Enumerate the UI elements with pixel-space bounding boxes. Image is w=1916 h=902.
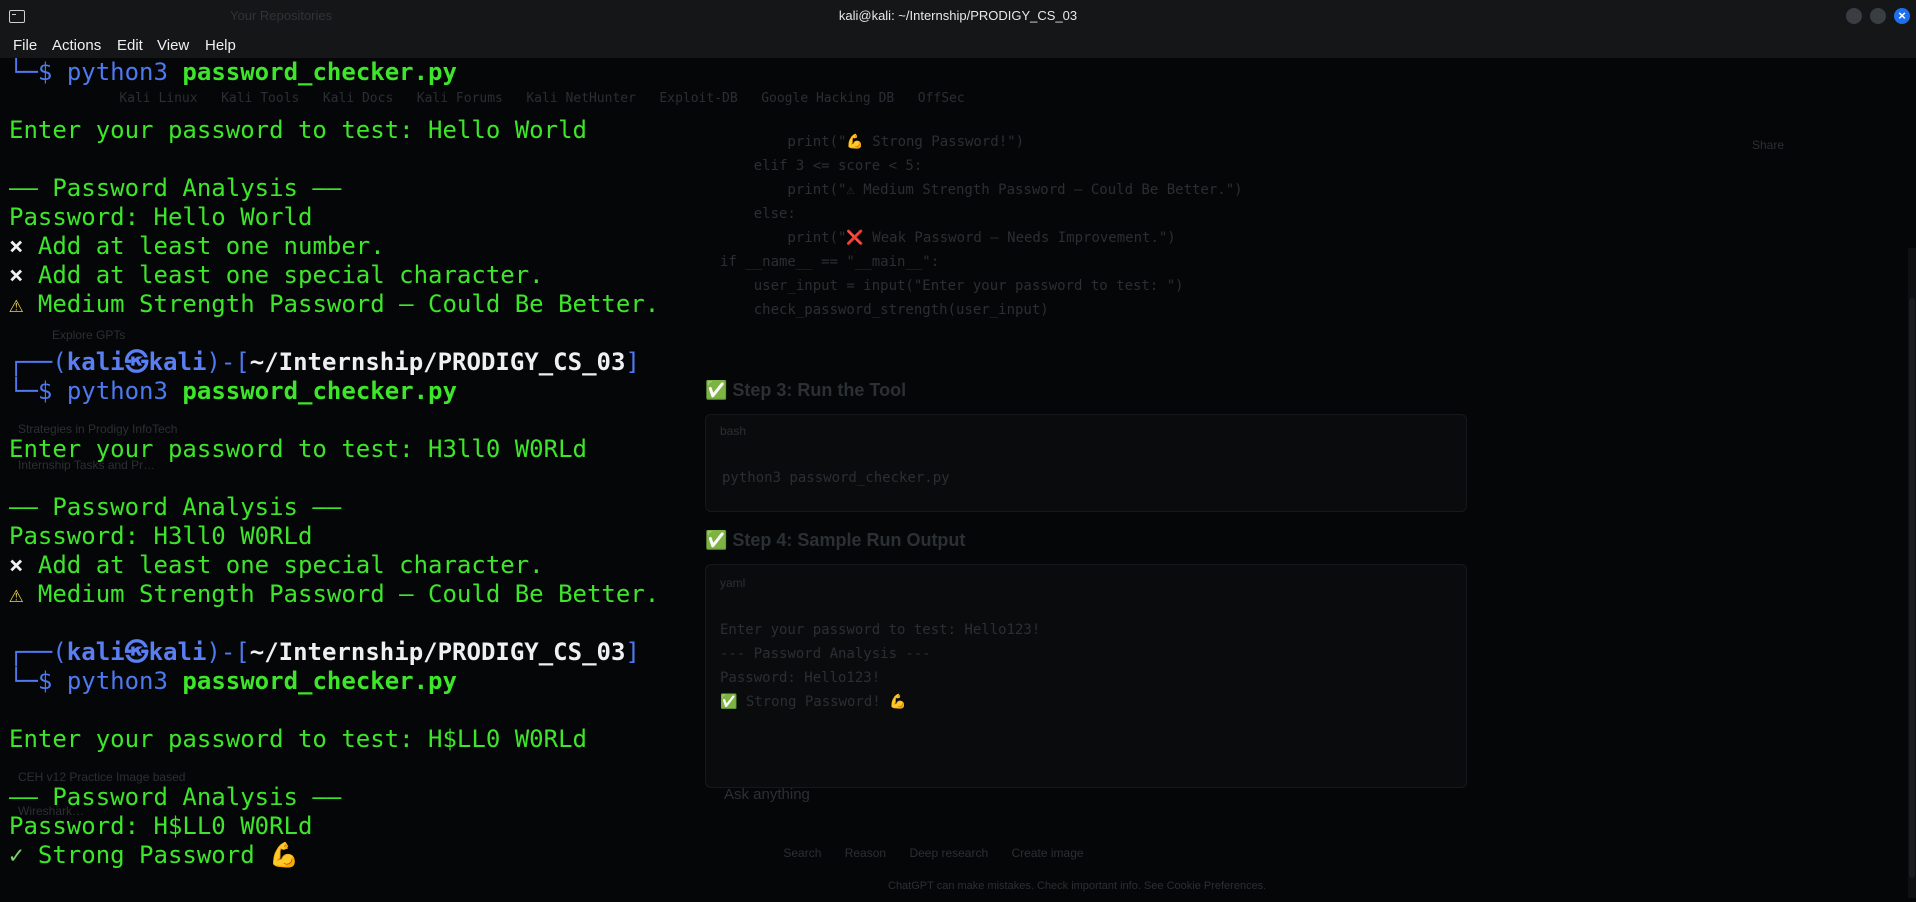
- warning-icon: ⚠: [9, 580, 24, 608]
- prompt-user: kali㉿kali: [66, 348, 207, 376]
- analysis-header: —— Password Analysis ——: [9, 174, 342, 202]
- input-prompt-line: Enter your password to test: Hello World: [9, 116, 587, 144]
- command-name: python3: [66, 667, 168, 695]
- prompt-path: ~/Internship/PRODIGY_CS_03: [249, 348, 626, 376]
- ghost-footer: ChatGPT can make mistakes. Check importa…: [888, 880, 1267, 892]
- ghost-step3-heading: ✅ Step 3: Run the Tool: [705, 380, 907, 400]
- input-prompt-line: Enter your password to test: H$LL0 W0RLd: [9, 725, 587, 753]
- menu-actions[interactable]: Actions: [52, 34, 101, 58]
- ghost-step4-lang: yaml: [720, 576, 746, 590]
- check-icon: ✓: [9, 841, 24, 869]
- cross-icon: ×: [9, 261, 24, 289]
- cross-icon: ×: [9, 232, 24, 260]
- minimize-button[interactable]: [1846, 8, 1862, 24]
- command-name: [52, 58, 66, 86]
- command-arg: password_checker.py: [182, 377, 457, 405]
- ghost-output-block: Enter your password to test: Hello123! --…: [720, 622, 1041, 710]
- message-line: × Add at least one number.: [9, 232, 385, 260]
- prompt-path: ~/Internship/PRODIGY_CS_03: [249, 638, 626, 666]
- ghost-sidebar-item: Explore GPTs: [52, 328, 126, 342]
- menu-edit[interactable]: Edit: [117, 34, 143, 58]
- ghost-step3-lang: bash: [720, 424, 747, 438]
- password-line: Password: H3ll0 W0RLd: [9, 522, 313, 550]
- terminal-scrollbar-thumb[interactable]: [1909, 298, 1915, 878]
- command-arg: password_checker.py: [182, 58, 457, 86]
- prompt-user: kali㉿kali: [66, 638, 207, 666]
- ghost-ask-input: Ask anything: [724, 786, 810, 803]
- input-prompt-line: Enter your password to test: H3ll0 W0RLd: [9, 435, 587, 463]
- menu-file[interactable]: File: [13, 34, 37, 58]
- message-line: × Add at least one special character.: [9, 551, 544, 579]
- ghost-step3-cmd: python3 password_checker.py: [722, 470, 950, 486]
- message-line: ✓ Strong Password 💪: [9, 841, 299, 869]
- shell-prompt: ┌──(kali㉿kali)-[~/Internship/PRODIGY_CS_…: [9, 638, 640, 666]
- ghost-tools: Search Reason Deep research Create image: [783, 846, 1084, 860]
- command-name: python3: [66, 377, 168, 405]
- window-title: kali@kali: ~/Internship/PRODIGY_CS_03: [838, 8, 1078, 23]
- command-name: python3: [66, 58, 168, 86]
- message-line: ⚠ Medium Strength Password – Could Be Be…: [9, 580, 660, 608]
- ghost-step3-box: [705, 414, 1467, 512]
- command-arg: password_checker.py: [182, 667, 457, 695]
- analysis-header: —— Password Analysis ——: [9, 783, 342, 811]
- menu-bar: File Actions Edit View Help: [0, 34, 1916, 58]
- message-line: × Add at least one special character.: [9, 261, 544, 289]
- terminal-command-line: └─$ python3 password_checker.py: [9, 58, 457, 86]
- ghost-code-block: print("💪 Strong Password!") elif 3 <= sc…: [720, 134, 1243, 318]
- ghost-share: Share: [1752, 138, 1785, 152]
- menu-help[interactable]: Help: [205, 34, 236, 58]
- window-titlebar[interactable]: Your Repositories kali@kali: ~/Internshi…: [0, 0, 1916, 34]
- ghost-sidebar-item: Strategies in Prodigy InfoTech: [18, 422, 178, 436]
- shell-prompt: ┌──(kali㉿kali)-[~/Internship/PRODIGY_CS_…: [9, 348, 640, 376]
- menu-view[interactable]: View: [157, 34, 189, 58]
- ghost-sidebar-item: CEH v12 Practice Image based: [18, 770, 186, 784]
- maximize-button[interactable]: [1870, 8, 1886, 24]
- terminal-command-line: └─$ python3 password_checker.py: [9, 377, 457, 405]
- terminal-output[interactable]: Kali Linux Kali Tools Kali Docs Kali For…: [0, 58, 1916, 902]
- terminal-command-line: └─$ python3 password_checker.py: [9, 667, 457, 695]
- password-line: Password: H$LL0 W0RLd: [9, 812, 313, 840]
- password-line: Password: Hello World: [9, 203, 313, 231]
- cross-icon: ×: [9, 551, 24, 579]
- analysis-header: —— Password Analysis ——: [9, 493, 342, 521]
- warning-icon: ⚠: [9, 290, 24, 318]
- close-button[interactable]: ×: [1894, 8, 1910, 24]
- message-line: ⚠ Medium Strength Password – Could Be Be…: [9, 290, 660, 318]
- ghost-step4-heading: ✅ Step 4: Sample Run Output: [705, 530, 966, 550]
